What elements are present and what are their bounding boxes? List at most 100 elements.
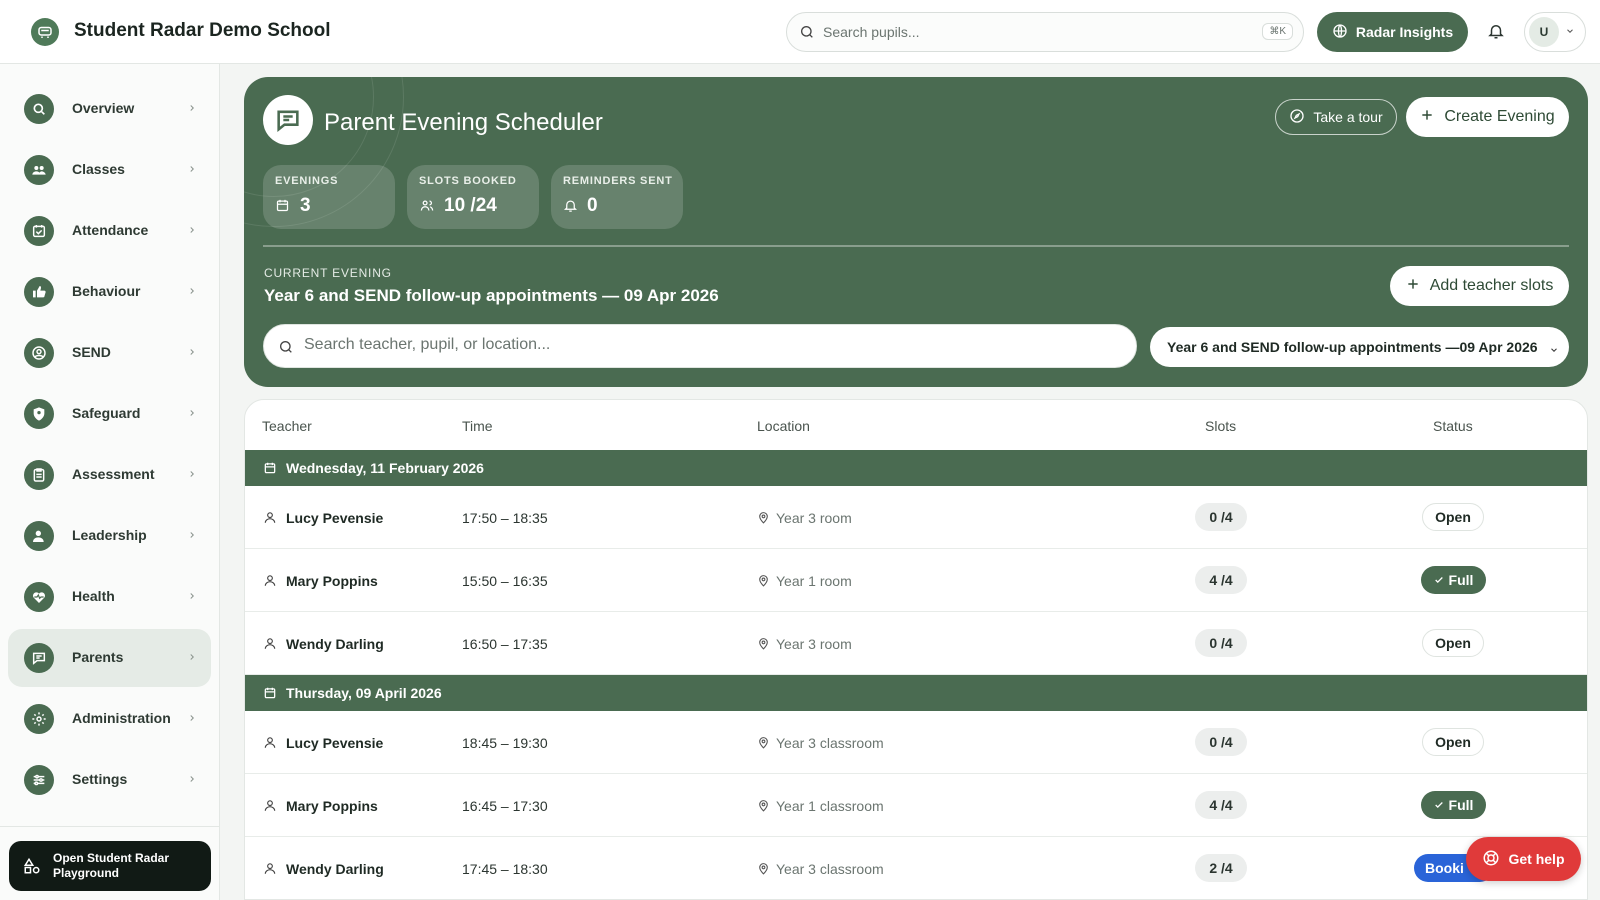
teacher-name: Mary Poppins bbox=[286, 573, 378, 589]
status-label: Booki bbox=[1425, 860, 1464, 876]
slots-count-badge: 2 /4 bbox=[1195, 854, 1247, 882]
pupil-search-box[interactable]: ⌘K bbox=[786, 12, 1304, 52]
users-icon bbox=[419, 198, 435, 218]
sidebar-item-label: Safeguard bbox=[72, 405, 141, 421]
slot-time: 18:45 – 19:30 bbox=[462, 735, 548, 751]
chevron-right-icon bbox=[187, 711, 197, 729]
top-bar: Student Radar Demo School ⌘K Radar Insig… bbox=[0, 0, 1600, 64]
user-icon bbox=[263, 636, 277, 656]
table-row[interactable]: Mary Poppins 16:45 – 17:30 Year 1 classr… bbox=[245, 774, 1587, 837]
sidebar-item-safeguard[interactable]: Safeguard bbox=[8, 385, 211, 443]
avatar: U bbox=[1529, 17, 1559, 47]
sidebar-item-assessment[interactable]: Assessment bbox=[8, 446, 211, 504]
slots-count-badge: 0 /4 bbox=[1195, 629, 1247, 657]
school-name: Student Radar Demo School bbox=[74, 20, 331, 41]
table-row[interactable]: Lucy Pevensie 18:45 – 19:30 Year 3 class… bbox=[245, 711, 1587, 774]
user-icon bbox=[263, 735, 277, 755]
date-group-header: Thursday, 09 April 2026 bbox=[245, 675, 1587, 711]
open-playground-button[interactable]: Open Student Radar Playground bbox=[9, 841, 211, 891]
stat-label: REMINDERS SENT bbox=[563, 175, 673, 187]
sidebar-item-label: SEND bbox=[72, 344, 111, 360]
slot-time: 17:45 – 18:30 bbox=[462, 861, 548, 877]
sidebar-item-label: Settings bbox=[72, 771, 128, 787]
status-badge[interactable]: Full bbox=[1421, 791, 1486, 819]
calendar-icon bbox=[263, 461, 277, 480]
radar-insights-button[interactable]: Radar Insights bbox=[1317, 12, 1468, 52]
table-row[interactable]: Wendy Darling 16:50 – 17:35 Year 3 room … bbox=[245, 612, 1587, 675]
slot-search-box[interactable] bbox=[263, 324, 1137, 368]
notifications-bell-icon[interactable] bbox=[1487, 21, 1505, 46]
user-icon bbox=[263, 573, 277, 593]
get-help-button[interactable]: Get help bbox=[1466, 837, 1581, 881]
chevron-right-icon bbox=[187, 772, 197, 790]
chevron-right-icon bbox=[187, 528, 197, 546]
sidebar: Overview Classes Attendance Behaviour SE… bbox=[0, 64, 220, 900]
sidebar-item-overview[interactable]: Overview bbox=[8, 80, 211, 138]
status-label: Open bbox=[1435, 509, 1471, 525]
slot-time: 16:50 – 17:35 bbox=[462, 636, 548, 652]
sidebar-item-classes[interactable]: Classes bbox=[8, 141, 211, 199]
sidebar-item-label: Administration bbox=[72, 710, 171, 726]
school-logo-icon[interactable] bbox=[31, 18, 59, 46]
chevron-right-icon bbox=[187, 162, 197, 180]
compass-icon bbox=[1289, 108, 1305, 127]
slot-search-input[interactable] bbox=[304, 336, 1104, 354]
column-header-location[interactable]: Location bbox=[757, 418, 810, 434]
chevron-right-icon bbox=[187, 650, 197, 668]
status-badge[interactable]: Full bbox=[1421, 566, 1486, 594]
column-header-teacher[interactable]: Teacher bbox=[262, 418, 312, 434]
create-evening-button[interactable]: Create Evening bbox=[1406, 97, 1569, 137]
map-pin-icon bbox=[757, 735, 770, 755]
sidebar-item-attendance[interactable]: Attendance bbox=[8, 202, 211, 260]
column-header-time[interactable]: Time bbox=[462, 418, 493, 434]
table-row[interactable]: Mary Poppins 15:50 – 16:35 Year 1 room 4… bbox=[245, 549, 1587, 612]
stat-value: 10 /24 bbox=[444, 195, 497, 216]
thumbs-up-icon bbox=[24, 277, 54, 307]
search-icon bbox=[278, 339, 294, 360]
user-menu[interactable]: U bbox=[1524, 12, 1586, 52]
table-row[interactable]: Lucy Pevensie 17:50 – 18:35 Year 3 room … bbox=[245, 486, 1587, 549]
evening-select[interactable]: Year 6 and SEND follow-up appointments —… bbox=[1150, 327, 1569, 367]
chevron-right-icon bbox=[187, 284, 197, 302]
stat-slots-booked: SLOTS BOOKED 10 /24 bbox=[407, 165, 539, 229]
chevron-right-icon bbox=[187, 223, 197, 241]
sidebar-divider bbox=[0, 826, 219, 827]
sidebar-item-send[interactable]: SEND bbox=[8, 324, 211, 382]
slots-count-badge: 0 /4 bbox=[1195, 503, 1247, 531]
gear-icon bbox=[24, 704, 54, 734]
calendar-icon bbox=[275, 198, 290, 218]
add-teacher-slots-button[interactable]: Add teacher slots bbox=[1390, 266, 1569, 306]
pupil-search-input[interactable] bbox=[823, 24, 1243, 40]
current-evening-title: Year 6 and SEND follow-up appointments —… bbox=[264, 286, 719, 305]
chat-icon bbox=[24, 643, 54, 673]
status-label: Open bbox=[1435, 635, 1471, 651]
take-tour-label: Take a tour bbox=[1313, 109, 1383, 125]
status-badge[interactable]: Open bbox=[1422, 728, 1484, 756]
chevron-right-icon bbox=[187, 345, 197, 363]
sidebar-item-administration[interactable]: Administration bbox=[8, 690, 211, 748]
stat-reminders-sent: REMINDERS SENT 0 bbox=[551, 165, 683, 229]
search-icon bbox=[24, 94, 54, 124]
sidebar-item-settings[interactable]: Settings bbox=[8, 751, 211, 809]
plus-icon bbox=[1406, 277, 1420, 296]
sidebar-item-behaviour[interactable]: Behaviour bbox=[8, 263, 211, 321]
sidebar-item-label: Leadership bbox=[72, 527, 147, 543]
date-group-header: Wednesday, 11 February 2026 bbox=[245, 450, 1587, 486]
sidebar-item-leadership[interactable]: Leadership bbox=[8, 507, 211, 565]
plus-icon bbox=[1420, 108, 1434, 127]
take-tour-button[interactable]: Take a tour bbox=[1275, 99, 1397, 135]
status-label: Open bbox=[1435, 734, 1471, 750]
status-badge[interactable]: Open bbox=[1422, 629, 1484, 657]
sidebar-item-parents[interactable]: Parents bbox=[8, 629, 211, 687]
table-row[interactable]: Wendy Darling 17:45 – 18:30 Year 3 class… bbox=[245, 837, 1587, 899]
user-icon bbox=[263, 798, 277, 818]
status-badge[interactable]: Open bbox=[1422, 503, 1484, 531]
chevron-right-icon bbox=[187, 101, 197, 119]
column-header-status[interactable]: Status bbox=[1433, 418, 1473, 434]
teacher-name: Wendy Darling bbox=[286, 636, 384, 652]
column-header-slots[interactable]: Slots bbox=[1205, 418, 1236, 434]
check-icon bbox=[1434, 797, 1444, 813]
sidebar-item-label: Assessment bbox=[72, 466, 155, 482]
sidebar-item-health[interactable]: Health bbox=[8, 568, 211, 626]
chevron-right-icon bbox=[187, 467, 197, 485]
